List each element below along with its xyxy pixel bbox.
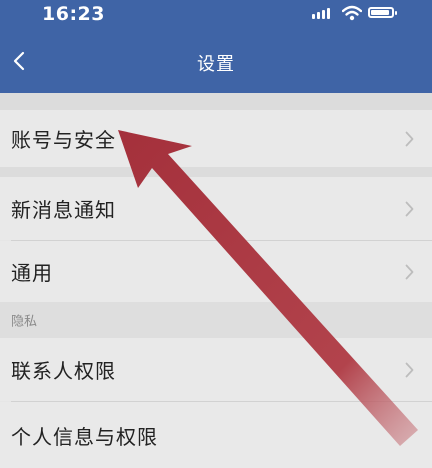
item-label: 账号与安全	[11, 128, 116, 152]
settings-item-contact-permissions[interactable]: 联系人权限	[0, 338, 432, 401]
item-label: 联系人权限	[11, 359, 116, 383]
spacer	[0, 167, 432, 177]
battery-icon	[368, 7, 397, 18]
settings-item-notifications[interactable]: 新消息通知	[0, 177, 432, 240]
item-label: 通用	[11, 261, 53, 285]
page-title: 设置	[197, 54, 235, 75]
nav-header: 16:23 设置	[0, 0, 432, 93]
status-time: 16:23	[42, 3, 105, 25]
chevron-right-icon	[405, 131, 414, 146]
chevron-right-icon	[405, 201, 414, 216]
settings-item-personal-info[interactable]: 个人信息与权限	[0, 402, 432, 468]
chevron-right-icon	[405, 362, 414, 377]
item-label: 个人信息与权限	[11, 424, 158, 449]
chevron-right-icon	[405, 264, 414, 279]
settings-item-general[interactable]: 通用	[0, 241, 432, 302]
section-label: 隐私	[11, 314, 38, 330]
settings-item-account-security[interactable]: 账号与安全	[0, 110, 432, 167]
section-header-privacy: 隐私	[0, 302, 432, 338]
item-label: 新消息通知	[11, 198, 116, 222]
wifi-icon	[341, 5, 363, 25]
spacer	[0, 93, 432, 110]
signal-icon	[312, 8, 330, 19]
